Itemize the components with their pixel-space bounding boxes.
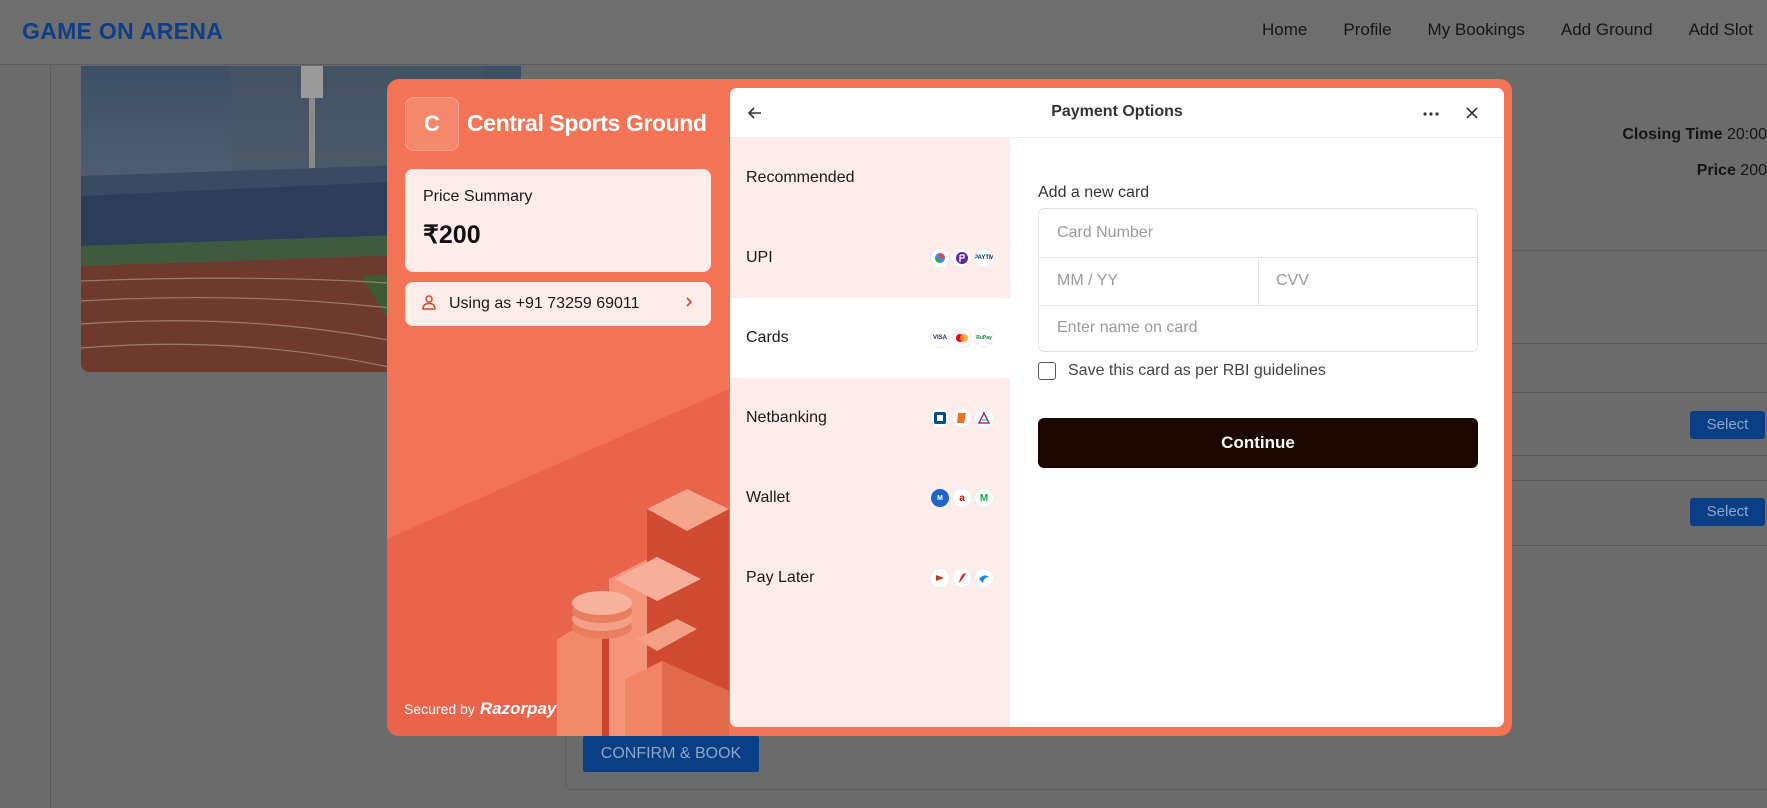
method-netbanking[interactable]: Netbanking (730, 378, 1010, 458)
price-info: Price 200 (1697, 162, 1767, 180)
closing-time-value: 20:00 (1726, 126, 1767, 143)
paytm-icon: PAYTM (974, 248, 994, 268)
select-slot-button[interactable]: Select (1690, 498, 1765, 526)
price-summary-card: Price Summary ₹200 (405, 169, 711, 272)
save-card-row: Save this card as per RBI guidelines (1038, 362, 1326, 380)
airtel-icon: a (952, 488, 972, 508)
method-label: Recommended (746, 169, 855, 186)
secured-by: Secured by Razorpay (404, 699, 556, 719)
card-field-group (1038, 208, 1478, 352)
method-upi[interactable]: UPI PAYTM (730, 218, 1010, 298)
merchant-avatar: C (405, 97, 459, 151)
lazypay-icon (930, 568, 950, 588)
chevron-right-icon (683, 295, 695, 313)
secured-by-label: Secured by (404, 701, 475, 717)
expiry-input[interactable] (1039, 257, 1258, 305)
closing-time-info: Closing Time 20:00 (1622, 126, 1767, 144)
divider (1510, 455, 1767, 456)
more-options-icon[interactable] (1420, 103, 1442, 125)
method-label: Cards (746, 329, 789, 346)
card-number-input[interactable] (1039, 209, 1477, 257)
method-label: Pay Later (746, 569, 815, 586)
payment-panel: Payment Options Recommended UPI PAYTM Ca… (730, 88, 1504, 727)
nav-link-add-ground[interactable]: Add Ground (1561, 20, 1653, 40)
method-label: Netbanking (746, 409, 827, 426)
divider (1510, 545, 1767, 546)
method-recommended[interactable]: Recommended (730, 138, 1010, 218)
mastercard-icon (952, 328, 972, 348)
method-label: Wallet (746, 489, 790, 506)
user-icon (421, 294, 437, 315)
simpl-icon (952, 568, 972, 588)
method-label: UPI (746, 249, 773, 266)
mpesa-icon: M (974, 488, 994, 508)
user-contact-text: Using as +91 73259 69011 (449, 295, 640, 312)
select-slot-button[interactable]: Select (1690, 411, 1765, 439)
site-brand[interactable]: GAME ON ARENA (22, 18, 223, 45)
method-cards[interactable]: Cards VISA RuPay (730, 298, 1010, 378)
icici-icon (952, 408, 972, 428)
price-summary-label: Price Summary (423, 188, 533, 205)
visa-icon: VISA (930, 328, 950, 348)
save-card-label: Save this card as per RBI guidelines (1068, 362, 1326, 379)
axis-icon (974, 408, 994, 428)
icici-paylater-icon (974, 568, 994, 588)
rupay-icon: RuPay (974, 328, 994, 348)
payment-methods-list: Recommended UPI PAYTM Cards VISA RuPay N… (730, 138, 1010, 727)
save-card-checkbox[interactable] (1038, 362, 1056, 380)
mobikwik-icon: M (930, 488, 950, 508)
method-wallet[interactable]: Wallet M a M (730, 458, 1010, 538)
nav-link-add-slot[interactable]: Add Slot (1689, 20, 1753, 40)
price-amount: ₹200 (423, 221, 481, 249)
nav-link-profile[interactable]: Profile (1343, 20, 1391, 40)
nav-links: Home Profile My Bookings Add Ground Add … (1262, 20, 1753, 40)
price-label: Price (1696, 162, 1736, 179)
nav-link-home[interactable]: Home (1262, 20, 1307, 40)
razorpay-logo: Razorpay (479, 699, 557, 718)
close-icon[interactable] (1461, 102, 1483, 124)
razorpay-checkout-modal: C Central Sports Ground Price Summary ₹2… (387, 79, 1512, 736)
confirm-book-button[interactable]: CONFIRM & BOOK (583, 736, 759, 772)
divider (1510, 480, 1767, 481)
method-pay-later[interactable]: Pay Later (730, 538, 1010, 618)
closing-time-label: Closing Time (1622, 126, 1723, 143)
price-value: 200 (1740, 162, 1767, 179)
cvv-input[interactable] (1258, 257, 1477, 305)
hdfc-icon (930, 408, 950, 428)
nav-link-my-bookings[interactable]: My Bookings (1428, 20, 1525, 40)
panel-title: Payment Options (1051, 103, 1183, 120)
google-pay-icon (930, 248, 950, 268)
divider (1510, 343, 1767, 344)
merchant-name: Central Sports Ground (467, 110, 707, 136)
merchant-pane: C Central Sports Ground Price Summary ₹2… (387, 79, 729, 736)
top-navbar: GAME ON ARENA Home Profile My Bookings A… (0, 0, 1767, 65)
phonepe-icon (952, 248, 972, 268)
divider (1510, 392, 1767, 393)
panel-header: Payment Options (730, 88, 1504, 138)
add-card-heading: Add a new card (1038, 184, 1150, 201)
cardholder-name-input[interactable] (1039, 305, 1477, 351)
continue-button[interactable]: Continue (1038, 418, 1478, 468)
user-contact-button[interactable]: Using as +91 73259 69011 (405, 282, 711, 326)
